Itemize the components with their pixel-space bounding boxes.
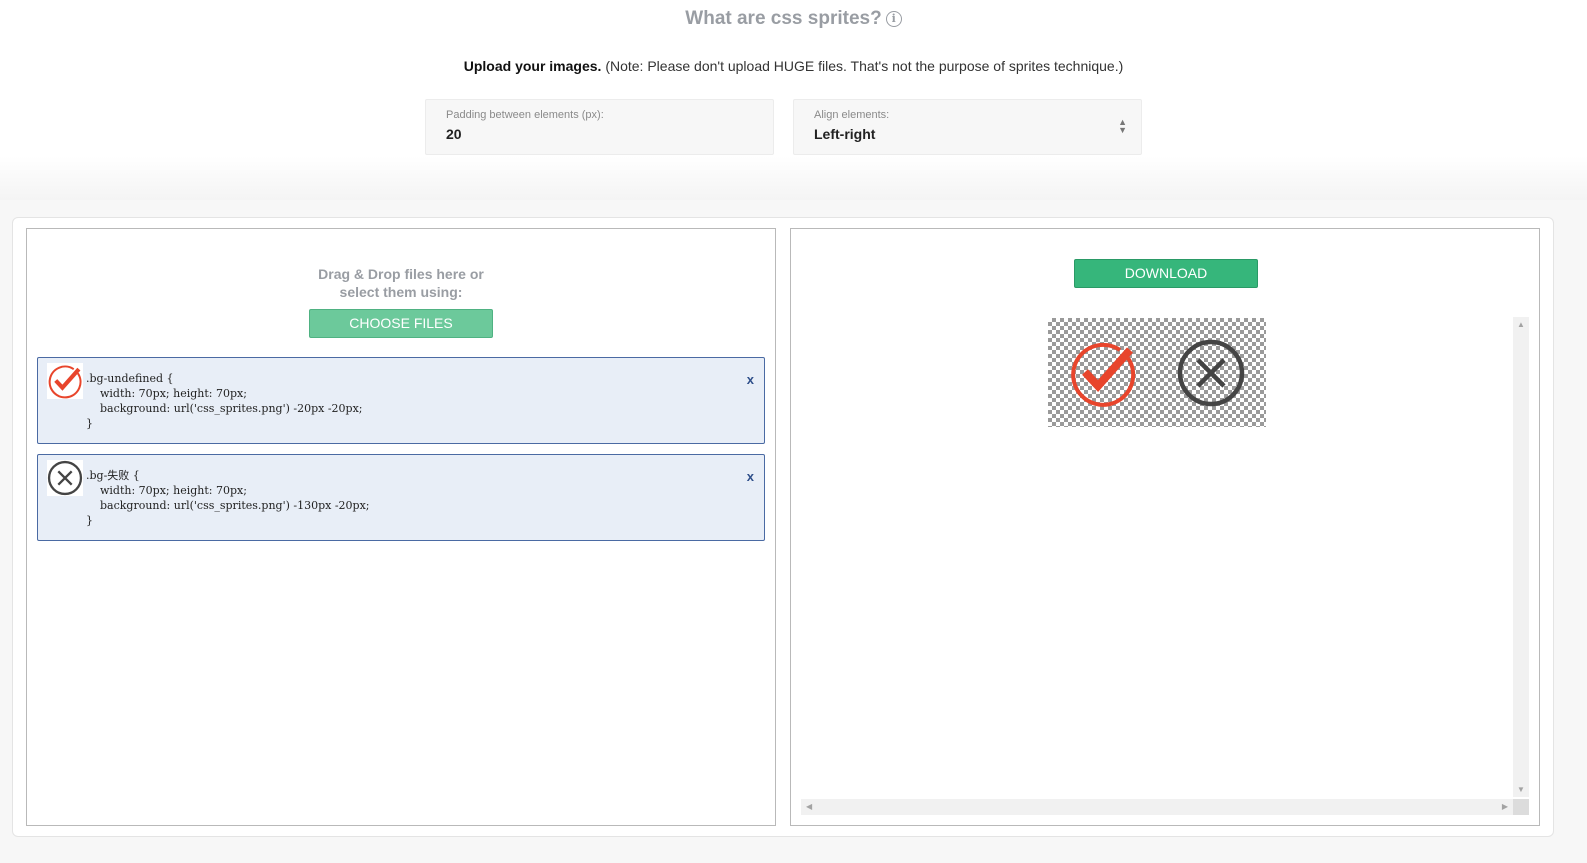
download-button[interactable]: DOWNLOAD: [1074, 259, 1258, 288]
remove-item-button[interactable]: x: [747, 372, 754, 387]
page-title-text: What are css sprites?: [685, 8, 882, 29]
check-circle-icon: [1071, 342, 1136, 407]
remove-item-button[interactable]: x: [747, 469, 754, 484]
horizontal-scrollbar[interactable]: ◀ ▶: [801, 799, 1513, 815]
preview-panel: DOWNLOAD ▲ ▼ ◀ ▶: [790, 228, 1540, 826]
check-circle-icon: [47, 363, 83, 399]
upload-panel[interactable]: Drag & Drop files here or select them us…: [26, 228, 776, 826]
x-circle-icon: [47, 460, 83, 496]
select-arrows-icon: ▲ ▼: [1118, 117, 1127, 135]
upload-note-bold: Upload your images.: [463, 58, 602, 74]
sprite-item: .bg-失败 { width: 70px; height: 70px; back…: [37, 454, 765, 541]
drag-drop-line1: Drag & Drop files here or: [318, 266, 484, 282]
css-code: .bg-undefined { width: 70px; height: 70p…: [86, 372, 363, 430]
scroll-down-icon[interactable]: ▼: [1517, 785, 1525, 794]
scroll-left-icon[interactable]: ◀: [806, 802, 812, 811]
scroll-up-icon[interactable]: ▲: [1517, 320, 1525, 329]
page-title: What are css sprites? i: [0, 8, 1587, 30]
x-circle-icon: [1177, 339, 1245, 407]
sprite-preview-area: ▲ ▼ ◀ ▶: [801, 317, 1529, 815]
scroll-right-icon[interactable]: ▶: [1502, 802, 1508, 811]
upload-note: Upload your images. (Note: Please don't …: [0, 58, 1587, 74]
upload-note-text: (Note: Please don't upload HUGE files. T…: [601, 58, 1124, 74]
padding-field[interactable]: Padding between elements (px): 20: [425, 99, 774, 155]
scrollbar-corner: [1513, 799, 1529, 815]
drag-drop-text: Drag & Drop files here or select them us…: [27, 265, 775, 301]
align-select[interactable]: Align elements: Left-right ▲ ▼: [793, 99, 1142, 155]
drag-drop-line2: select them using:: [339, 284, 463, 300]
choose-files-button[interactable]: CHOOSE FILES: [309, 309, 493, 338]
align-label: Align elements:: [814, 109, 890, 121]
sprite-item: .bg-undefined { width: 70px; height: 70p…: [37, 357, 765, 444]
vertical-scrollbar[interactable]: ▲ ▼: [1513, 317, 1529, 797]
align-value[interactable]: Left-right: [814, 126, 875, 142]
sprite-image: [1048, 318, 1266, 427]
padding-input[interactable]: 20: [446, 126, 462, 142]
info-icon[interactable]: i: [885, 11, 902, 27]
css-code: .bg-失败 { width: 70px; height: 70px; back…: [86, 469, 370, 527]
padding-label: Padding between elements (px):: [446, 109, 604, 121]
